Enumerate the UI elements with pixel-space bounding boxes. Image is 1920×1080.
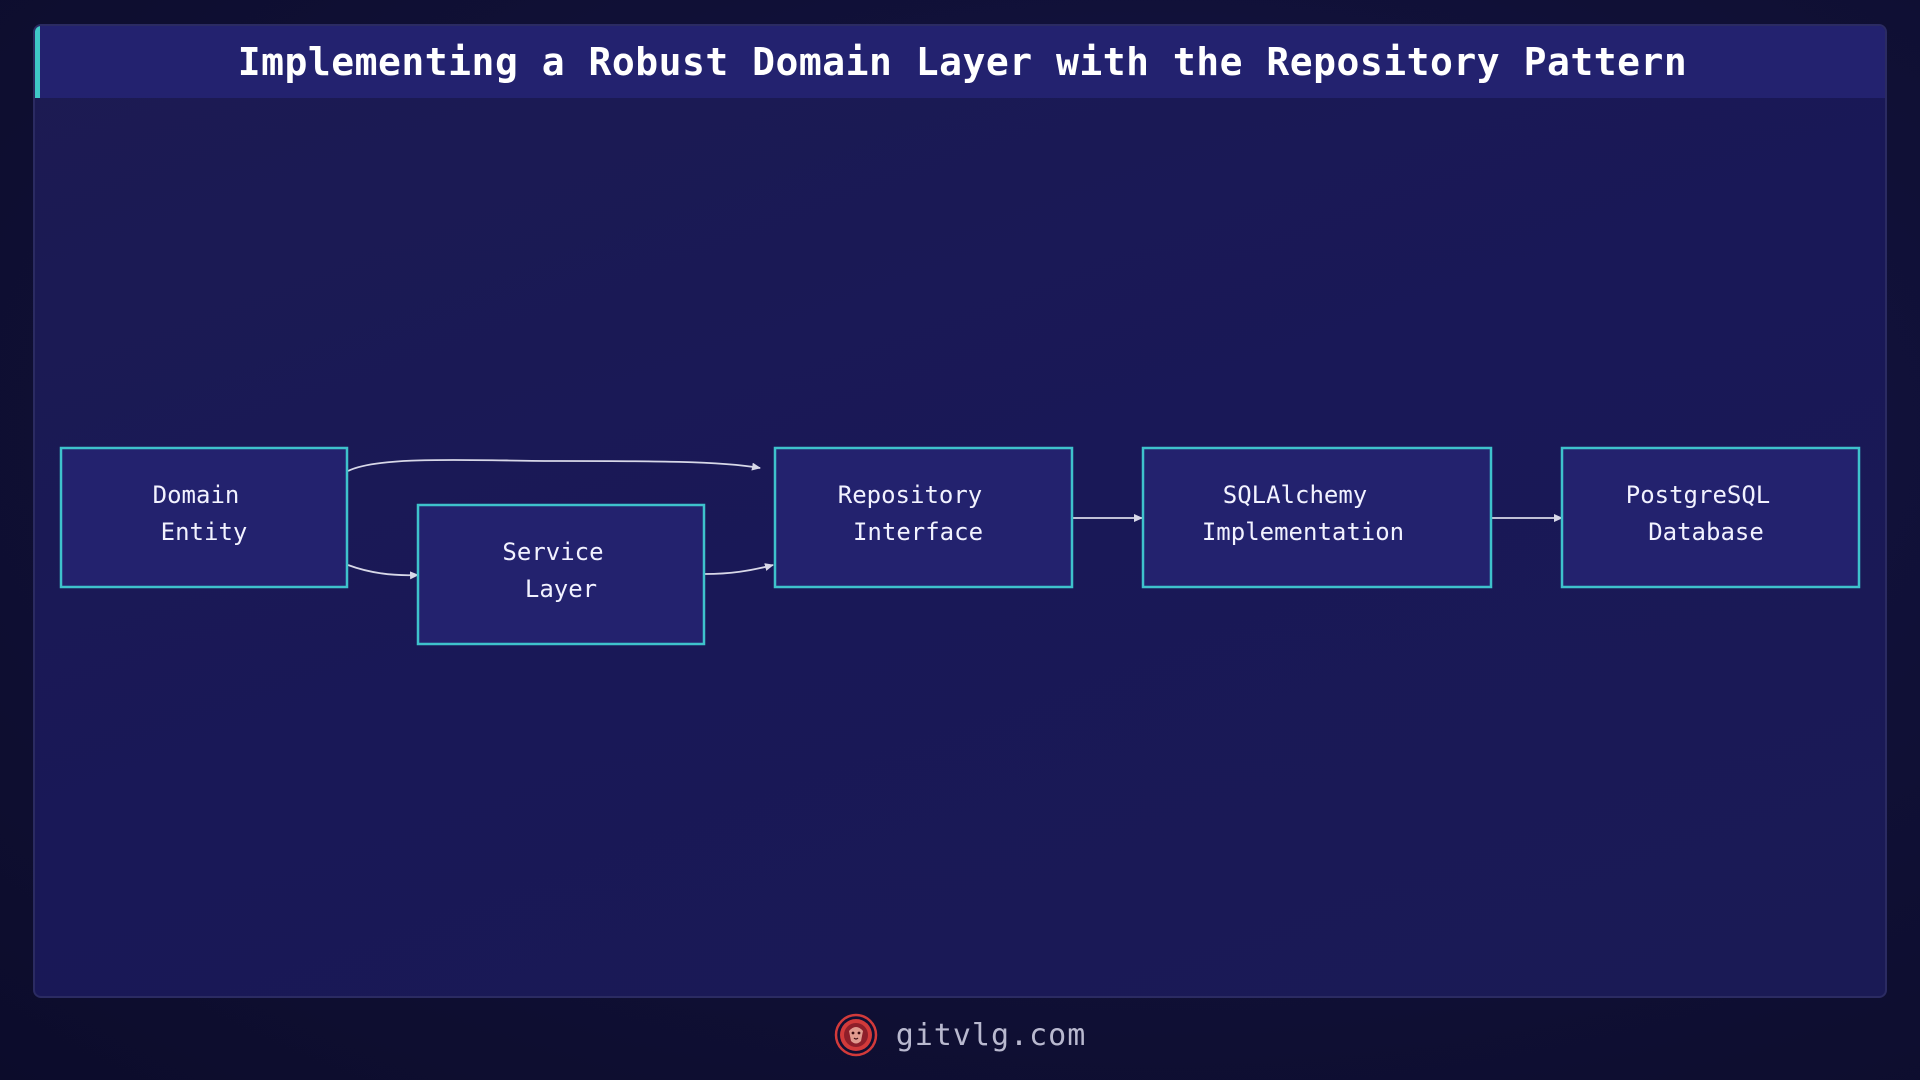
edge-domain-entity-to-service-layer bbox=[347, 564, 419, 580]
node-label-line: Implementation bbox=[1202, 518, 1404, 546]
footer-site-link[interactable]: gitvlg.com bbox=[896, 1018, 1087, 1053]
node-repository-interface: Repository Interface bbox=[773, 446, 1074, 589]
node-label-line: Entity bbox=[161, 518, 248, 546]
node-label-line: Service bbox=[502, 538, 603, 566]
footer: gitvlg.com bbox=[0, 1010, 1920, 1060]
node-postgresql-database: PostgreSQL Database bbox=[1560, 446, 1861, 589]
edge-service-layer-to-repository-interface bbox=[704, 563, 774, 575]
node-sqlalchemy-implementation: SQLAlchemy Implementation bbox=[1141, 446, 1493, 589]
diagram-canvas: Domain Entity Service Layer Repository I… bbox=[59, 446, 1861, 646]
edge-domain-entity-to-repository-interface bbox=[347, 459, 761, 472]
node-label-line: Layer bbox=[525, 575, 597, 603]
node-label-line: SQLAlchemy bbox=[1223, 481, 1368, 509]
node-domain-entity: Domain Entity bbox=[59, 446, 349, 589]
node-label-line: Database bbox=[1648, 518, 1764, 546]
node-label-line: Interface bbox=[853, 518, 983, 546]
lion-logo-icon[interactable] bbox=[834, 1013, 878, 1057]
node-label-line: Repository bbox=[838, 481, 983, 509]
node-label-line: Domain bbox=[153, 481, 240, 509]
node-service-layer: Service Layer bbox=[416, 503, 706, 646]
node-label-line: PostgreSQL bbox=[1626, 481, 1771, 509]
